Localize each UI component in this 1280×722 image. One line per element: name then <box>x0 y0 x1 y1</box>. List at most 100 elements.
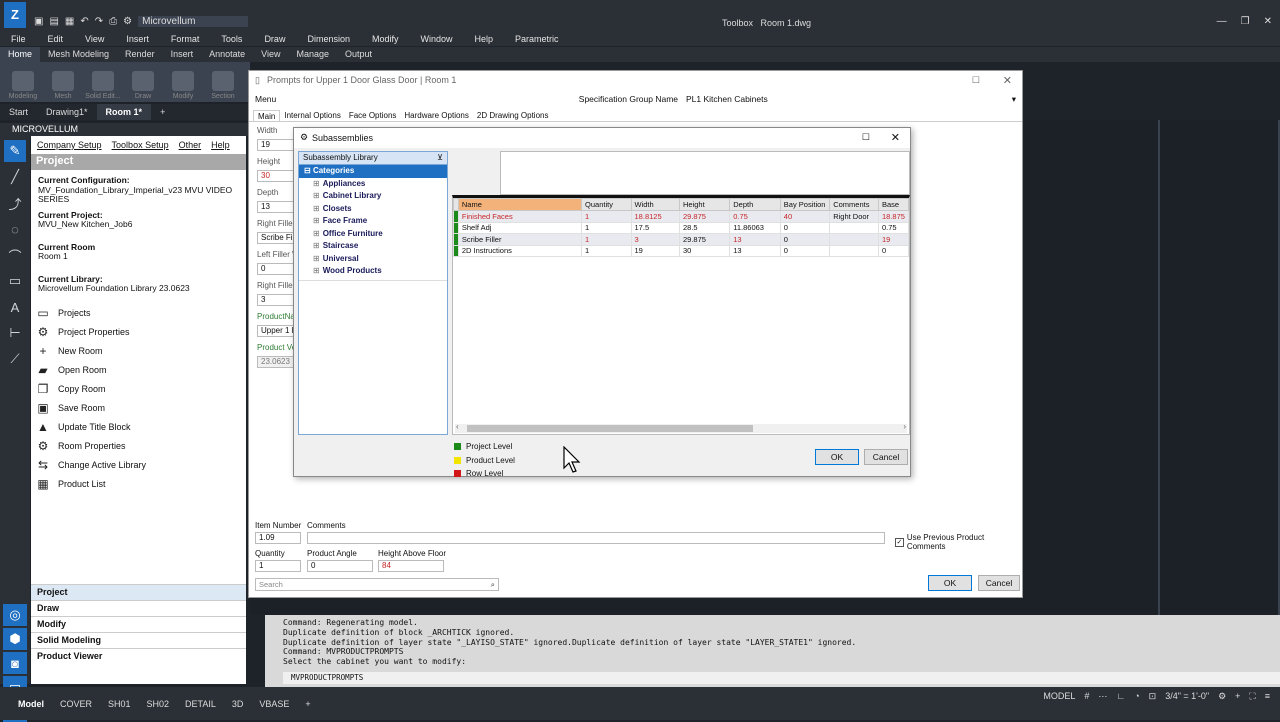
ortho-icon[interactable]: ∟ <box>1116 691 1125 701</box>
table-cell[interactable]: 0 <box>779 233 831 246</box>
action-new-room[interactable]: + New Room <box>31 342 246 361</box>
polar-icon[interactable]: ◔ <box>1134 691 1139 701</box>
scroll-right-icon[interactable]: › <box>903 422 906 431</box>
action-open-room[interactable]: ▰ Open Room <box>31 361 246 380</box>
action-change-active-library[interactable]: ⇆ Change Active Library <box>31 456 246 475</box>
tab-internal-options[interactable]: Internal Options <box>280 110 344 121</box>
menu-dimension[interactable]: Dimension <box>296 32 361 46</box>
menu-company-setup[interactable]: Company Setup <box>37 140 102 150</box>
tab-2d-drawing-options[interactable]: 2D Drawing Options <box>473 110 553 121</box>
minimize-icon[interactable]: — <box>1217 16 1227 27</box>
maximize-icon[interactable]: ☐ <box>972 75 980 86</box>
settings-icon[interactable]: ⚙ <box>1218 691 1226 702</box>
tree-node-universal[interactable]: Universal <box>299 253 447 266</box>
prompts-ok-button[interactable]: OK <box>928 575 972 591</box>
action-product-list[interactable]: ▦ Product List <box>31 475 246 494</box>
table-cell[interactable]: Scribe Filler <box>457 233 583 246</box>
target-icon[interactable]: ◎ <box>3 604 27 626</box>
table-cell[interactable]: 3 <box>630 233 680 246</box>
menu-toolbox-setup[interactable]: Toolbox Setup <box>112 140 169 150</box>
restore-icon[interactable]: ❐ <box>1241 16 1250 27</box>
layout-tab-vbase[interactable]: VBASE <box>251 699 297 709</box>
product-name-input[interactable]: Upper 1 Do <box>257 325 297 337</box>
polyline-icon[interactable]: ⤴ <box>4 192 26 214</box>
ribbon-button-solid-edit[interactable]: Solid Edit... <box>84 64 122 100</box>
menu-edit[interactable]: Edit <box>37 32 75 46</box>
open-file-icon[interactable]: ▤ <box>49 16 58 27</box>
horizontal-scrollbar[interactable]: ‹ › <box>455 422 907 433</box>
ribbon-button-mesh[interactable]: Mesh <box>44 64 82 100</box>
tree-node-face-frame[interactable]: Face Frame <box>299 215 447 228</box>
action-projects[interactable]: ▭ Projects <box>31 304 246 323</box>
table-cell[interactable]: Finished Faces <box>457 210 583 223</box>
action-save-room[interactable]: ▣ Save Room <box>31 399 246 418</box>
arc-icon[interactable]: ⌒ <box>4 244 26 266</box>
tab-face-options[interactable]: Face Options <box>345 110 401 121</box>
table-cell[interactable]: 28.5 <box>678 221 731 234</box>
fullscreen-icon[interactable]: ⛶ <box>1249 691 1255 702</box>
ribbon-tab-annotate[interactable]: Annotate <box>201 47 253 62</box>
col-header-height[interactable]: Height <box>678 198 731 211</box>
width-input[interactable]: 19 <box>257 139 297 151</box>
right-filler-select[interactable]: Scribe Filler <box>257 232 297 244</box>
add-icon[interactable]: + <box>1235 691 1240 701</box>
col-header-quantity[interactable]: Quantity <box>581 198 632 211</box>
dimension-icon[interactable]: ⊢ <box>4 322 26 344</box>
table-cell[interactable]: 0.75 <box>878 221 909 234</box>
nav-solid-modeling[interactable]: Solid Modeling <box>31 632 246 648</box>
layout-tab-sh01[interactable]: SH01 <box>100 699 139 709</box>
table-row[interactable]: Shelf Adj 1 17.5 28.5 11.86063 0 0.75 <box>453 221 909 234</box>
scrollbar-thumb[interactable] <box>467 425 753 432</box>
text-icon[interactable]: A <box>4 296 26 318</box>
rectangle-icon[interactable]: ▭ <box>4 270 26 292</box>
col-header-bay-position[interactable]: Bay Position <box>779 198 831 211</box>
left-filler-width-input[interactable]: 0 <box>257 263 297 275</box>
table-cell[interactable]: 1 <box>581 221 632 234</box>
ribbon-tab-mesh-modeling[interactable]: Mesh Modeling <box>40 47 117 62</box>
tree-node-office-furniture[interactable]: Office Furniture <box>299 228 447 241</box>
search-icon[interactable]: ⌕ <box>491 579 495 590</box>
table-cell[interactable]: Shelf Adj <box>457 221 583 234</box>
undo-icon[interactable]: ↶ <box>80 16 88 27</box>
menu-help[interactable]: Help <box>464 32 505 46</box>
measure-icon[interactable]: ⟋ <box>4 348 26 370</box>
table-cell[interactable]: 0 <box>779 244 831 257</box>
close-icon[interactable]: ✕ <box>891 131 900 144</box>
close-icon[interactable]: ✕ <box>1264 16 1272 27</box>
depth-input[interactable]: 13 <box>257 201 297 213</box>
save-icon[interactable]: ▦ <box>65 16 74 27</box>
menu-view[interactable]: View <box>74 32 115 46</box>
table-cell[interactable]: 40 <box>779 210 831 223</box>
ribbon-button-modify[interactable]: Modify <box>164 64 202 100</box>
menu-tools[interactable]: Tools <box>210 32 253 46</box>
table-cell[interactable]: 0.75 <box>729 210 781 223</box>
command-input[interactable]: MVPRODUCTPROMPTS <box>283 672 1280 684</box>
menu-modify[interactable]: Modify <box>361 32 410 46</box>
pin-icon[interactable]: ⊻ <box>437 153 443 163</box>
col-header-base[interactable]: Base <box>878 198 909 211</box>
item-number-input[interactable]: 1.09 <box>255 532 301 544</box>
workspace-selector[interactable]: Microvellum <box>138 16 249 27</box>
prompts-cancel-button[interactable]: Cancel <box>978 575 1020 591</box>
spec-group-select[interactable]: PL1 Kitchen Cabinets ▾ <box>686 94 1016 104</box>
print-icon[interactable]: ⎙ <box>109 16 117 27</box>
table-cell[interactable]: 1 <box>581 233 632 246</box>
table-cell[interactable]: 18.875 <box>878 210 909 223</box>
layout-tab-3d[interactable]: 3D <box>224 699 252 709</box>
table-cell[interactable]: 11.86063 <box>729 221 781 234</box>
right-filler-width-input[interactable]: 3 <box>257 294 297 306</box>
camera-icon[interactable]: ◙ <box>3 652 27 674</box>
action-room-properties[interactable]: ⚙ Room Properties <box>31 437 246 456</box>
model-space-toggle[interactable]: MODEL <box>1043 691 1075 701</box>
table-row[interactable]: Finished Faces 1 18.8125 29.875 0.75 40 Right … <box>453 210 909 223</box>
action-copy-room[interactable]: ❐ Copy Room <box>31 380 246 399</box>
menu-icon[interactable]: ≡ <box>1265 691 1270 701</box>
ribbon-tab-insert[interactable]: Insert <box>163 47 202 62</box>
add-tab-icon[interactable]: + <box>151 104 174 120</box>
scroll-left-icon[interactable]: ‹ <box>456 422 459 431</box>
ribbon-tab-manage[interactable]: Manage <box>288 47 337 62</box>
height-above-floor-input[interactable]: 84 <box>378 560 444 572</box>
ribbon-tab-view[interactable]: View <box>253 47 288 62</box>
table-cell[interactable]: 29.875 <box>678 210 731 223</box>
ribbon-tab-home[interactable]: Home <box>0 47 41 62</box>
